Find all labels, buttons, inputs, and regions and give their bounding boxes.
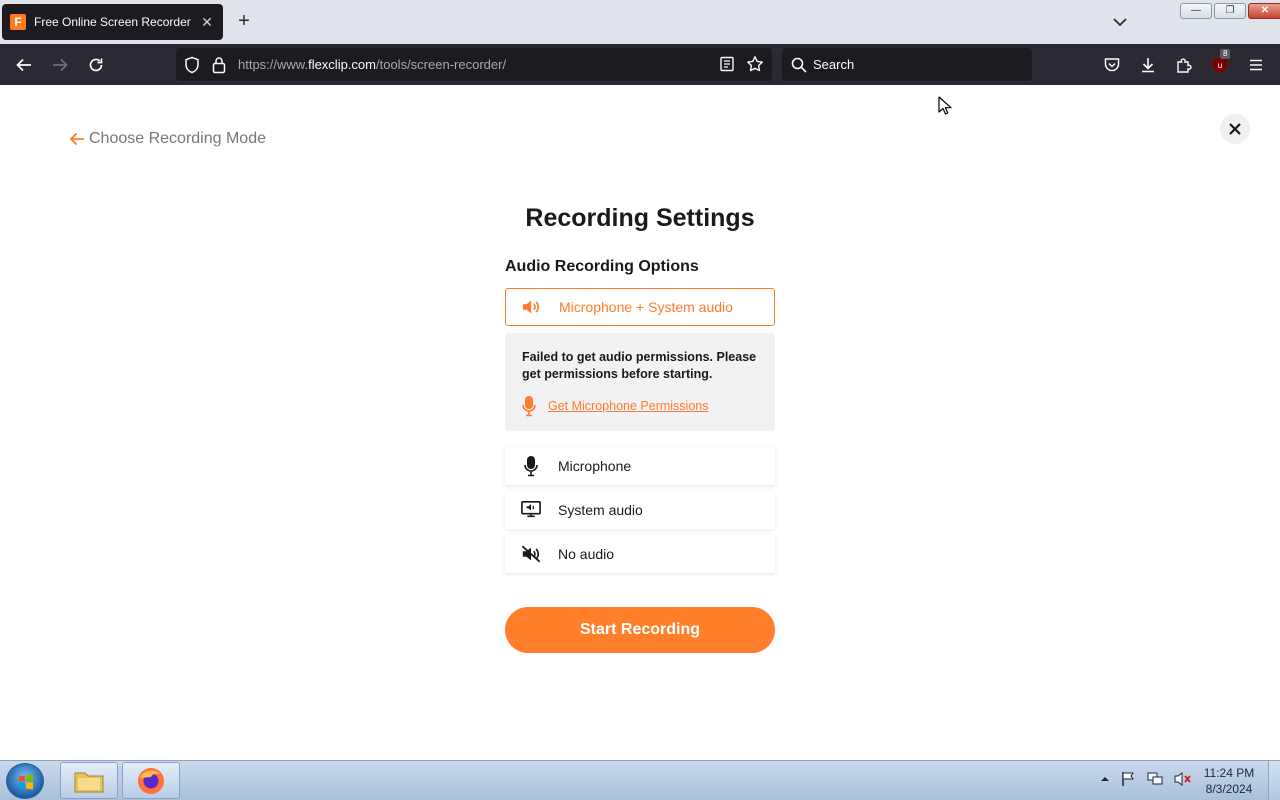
monitor-speaker-icon [521, 500, 541, 520]
extension-badge: 8 [1220, 49, 1231, 59]
downloads-icon[interactable] [1136, 53, 1160, 77]
search-bar[interactable]: Search [782, 48, 1032, 81]
url-text[interactable]: https://www.flexclip.com/tools/screen-re… [238, 57, 506, 72]
shield-icon[interactable] [184, 56, 200, 79]
new-tab-button[interactable]: + [232, 10, 256, 34]
option-label: No audio [558, 546, 615, 562]
start-button[interactable] [6, 763, 44, 799]
back-arrow-icon [69, 132, 84, 146]
option-label: System audio [558, 502, 643, 518]
microphone-icon [521, 456, 541, 477]
flexclip-favicon-icon: F [10, 14, 26, 30]
show-desktop-button[interactable] [1268, 761, 1280, 800]
extensions-icon[interactable] [1172, 53, 1196, 77]
pocket-icon[interactable] [1100, 53, 1124, 77]
permission-message: Failed to get audio permissions. Please … [522, 350, 757, 381]
taskbar-firefox[interactable] [122, 762, 180, 799]
network-icon[interactable] [1146, 771, 1164, 787]
windows-taskbar: 11:24 PM 8/3/2024 [0, 760, 1280, 800]
option-microphone[interactable]: Microphone [505, 447, 775, 485]
navigation-toolbar: https://www.flexclip.com/tools/screen-re… [0, 44, 1280, 85]
restore-button[interactable]: ❐ [1214, 3, 1246, 19]
close-dialog-button[interactable] [1220, 114, 1250, 144]
tab-flexclip[interactable]: F Free Online Screen Recorder & ✕ [2, 4, 223, 40]
selected-option-label: Microphone + System audio [559, 299, 733, 315]
taskbar-file-explorer[interactable] [60, 762, 118, 799]
mute-icon [521, 544, 541, 564]
bookmark-star-icon[interactable] [746, 55, 764, 78]
system-tray [1100, 771, 1192, 787]
forward-arrow-icon[interactable] [48, 53, 72, 77]
option-system-audio[interactable]: System audio [505, 491, 775, 529]
clock-date: 8/3/2024 [1205, 782, 1253, 796]
back-link-label: Choose Recording Mode [89, 130, 266, 147]
search-icon [791, 57, 807, 78]
reader-view-icon[interactable] [719, 56, 735, 77]
minimize-button[interactable]: — [1180, 3, 1212, 19]
tab-title: Free Online Screen Recorder & [34, 15, 193, 29]
audio-options-heading: Audio Recording Options [505, 258, 699, 275]
permission-warning: Failed to get audio permissions. Please … [505, 333, 775, 431]
close-window-button[interactable]: ✕ [1248, 3, 1280, 19]
close-icon [1229, 123, 1241, 135]
speaker-icon [522, 297, 542, 317]
action-center-flag-icon[interactable] [1120, 771, 1136, 787]
option-label: Microphone [558, 458, 632, 474]
search-placeholder: Search [813, 57, 855, 72]
option-no-audio[interactable]: No audio [505, 535, 775, 573]
reload-icon[interactable] [84, 53, 108, 77]
get-permissions-label: Get Microphone Permissions [548, 399, 709, 413]
address-bar[interactable]: https://www.flexclip.com/tools/screen-re… [176, 48, 772, 81]
show-hidden-icons-icon[interactable] [1100, 774, 1110, 784]
page-title: Recording Settings [525, 204, 755, 232]
list-all-tabs-icon[interactable] [1108, 10, 1132, 34]
microphone-icon [522, 396, 536, 417]
clock-time: 11:24 PM [1203, 766, 1255, 780]
hamburger-menu-icon[interactable] [1244, 53, 1268, 77]
svg-text:u: u [1218, 61, 1222, 70]
start-recording-button[interactable]: Start Recording [505, 607, 775, 653]
tab-strip: F Free Online Screen Recorder & ✕ + — ❐ … [0, 0, 1280, 44]
windows-logo-icon [19, 774, 33, 790]
lock-icon[interactable] [212, 56, 226, 79]
mouse-cursor-icon [938, 96, 952, 121]
firefox-icon [138, 767, 164, 794]
window-controls: — ❐ ✕ [1180, 3, 1280, 19]
option-microphone-system-audio[interactable]: Microphone + System audio [505, 288, 775, 326]
choose-recording-mode-link[interactable]: Choose Recording Mode [68, 130, 266, 148]
ublock-origin-icon[interactable]: u 8 [1208, 49, 1232, 77]
folder-icon [74, 772, 104, 792]
taskbar-clock[interactable]: 11:24 PM 8/3/2024 [1196, 765, 1262, 797]
back-arrow-icon[interactable] [12, 53, 36, 77]
tab-close-icon[interactable]: ✕ [199, 14, 215, 31]
get-permissions-link[interactable]: Get Microphone Permissions [522, 395, 708, 417]
volume-muted-icon[interactable] [1174, 771, 1192, 787]
